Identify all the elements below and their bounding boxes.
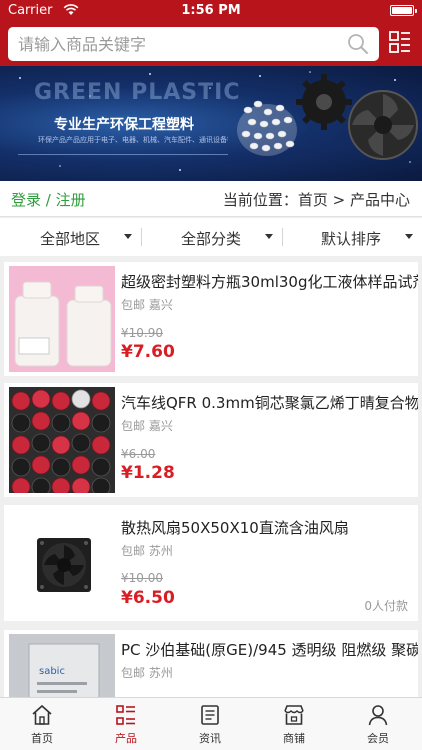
caret-down-icon [124, 234, 132, 239]
tab-news-label: 资讯 [199, 732, 221, 745]
product-original-price: ¥10.00 [121, 571, 163, 585]
product-image [9, 510, 115, 616]
caret-down-icon [405, 234, 413, 239]
battery-icon [390, 5, 417, 16]
status-time: 1:56 PM [181, 3, 241, 18]
tab-home-label: 首页 [31, 732, 53, 745]
category-menu-icon[interactable] [388, 30, 412, 54]
banner-subtitle: 环保产品产品应用于电子、电器、机械、汽车配件、通讯设备等 [38, 136, 228, 144]
product-image [9, 387, 115, 493]
filter-sort[interactable]: 默认排序 [282, 218, 422, 256]
breadcrumb: 当前位置：首页 > 产品中心 [222, 191, 410, 209]
product-location: 包邮 嘉兴 [121, 419, 173, 433]
filter-region[interactable]: 全部地区 [0, 218, 140, 256]
product-name: 超级密封塑料方瓶30ml30g化工液体样品试剂 [121, 273, 418, 291]
product-paid-count: 0人付款 [364, 599, 408, 613]
tab-shop-label: 商铺 [283, 732, 305, 745]
news-icon [201, 705, 219, 725]
product-location: 包邮 苏州 [121, 544, 173, 558]
login-register-link[interactable]: 登录 / 注册 [11, 189, 86, 210]
shop-icon [284, 705, 304, 725]
fan-impeller-image [348, 90, 418, 160]
product-card[interactable]: sabic PC 沙伯基础(原GE)/945 透明级 阻燃级 聚碳酸酯 包邮 苏… [4, 630, 418, 697]
product-card[interactable]: 超级密封塑料方瓶30ml30g化工液体样品试剂 包邮 嘉兴 ¥10.90 ¥7.… [4, 262, 418, 376]
product-original-price: ¥6.00 [121, 447, 156, 461]
promo-banner[interactable]: GREEN PLASTIC 专业生产环保工程塑料 环保产品产品应用于电子、电器、… [0, 66, 422, 181]
product-name: 汽车线QFR 0.3mm铜芯聚氯乙烯丁晴复合物绝缘 [121, 394, 418, 412]
banner-divider [18, 154, 228, 155]
tab-products[interactable]: 产品 [84, 698, 168, 750]
filter-category[interactable]: 全部分类 [141, 218, 281, 256]
tab-member[interactable]: 会员 [336, 698, 420, 750]
filter-region-label: 全部地区 [40, 230, 101, 248]
status-bar: Carrier 1:56 PM [0, 0, 422, 22]
banner-watermark-text: GREEN PLASTIC [34, 80, 241, 105]
home-icon [32, 704, 52, 725]
product-card[interactable]: 汽车线QFR 0.3mm铜芯聚氯乙烯丁晴复合物绝缘 包邮 嘉兴 ¥6.00 ¥1… [4, 383, 418, 497]
search-box[interactable] [8, 27, 379, 61]
product-card[interactable]: 散热风扇50X50X10直流含油风扇 包邮 苏州 ¥10.00 ¥6.50 0人… [4, 505, 418, 621]
product-price: ¥1.28 [121, 463, 175, 483]
tab-products-label: 产品 [115, 732, 137, 745]
search-icon[interactable] [347, 33, 369, 55]
product-name: 散热风扇50X50X10直流含油风扇 [121, 519, 349, 537]
tab-member-label: 会员 [367, 732, 389, 745]
banner-title: 专业生产环保工程塑料 [54, 117, 194, 133]
search-input[interactable] [18, 27, 338, 61]
tab-shop[interactable]: 商铺 [252, 698, 336, 750]
svg-text:sabic: sabic [39, 666, 65, 677]
tab-news[interactable]: 资讯 [168, 698, 252, 750]
header-bar: Carrier 1:56 PM [0, 0, 422, 66]
product-price: ¥7.60 [121, 342, 175, 362]
product-location: 包邮 嘉兴 [121, 298, 173, 312]
product-list-icon [116, 705, 135, 725]
app-screen: Carrier 1:56 PM 请输入商品关键字 GREEN PLASTIC 专… [0, 0, 422, 750]
product-image [9, 266, 115, 372]
tab-home[interactable]: 首页 [0, 698, 84, 750]
filter-category-label: 全部分类 [181, 230, 242, 248]
bottom-tab-bar: 首页 产品 资讯 商铺 会员 [0, 697, 422, 750]
product-name: PC 沙伯基础(原GE)/945 透明级 阻燃级 聚碳酸酯 [121, 641, 418, 659]
product-price: ¥6.50 [121, 588, 175, 608]
member-icon [368, 705, 388, 726]
caret-down-icon [265, 234, 273, 239]
product-original-price: ¥10.90 [121, 326, 163, 340]
filter-bar: 全部地区 全部分类 默认排序 [0, 218, 422, 256]
location-bar: 登录 / 注册 当前位置：首页 > 产品中心 [0, 181, 422, 217]
filter-sort-label: 默认排序 [321, 230, 382, 248]
product-location: 包邮 苏州 [121, 666, 173, 680]
product-image: sabic [9, 634, 115, 697]
